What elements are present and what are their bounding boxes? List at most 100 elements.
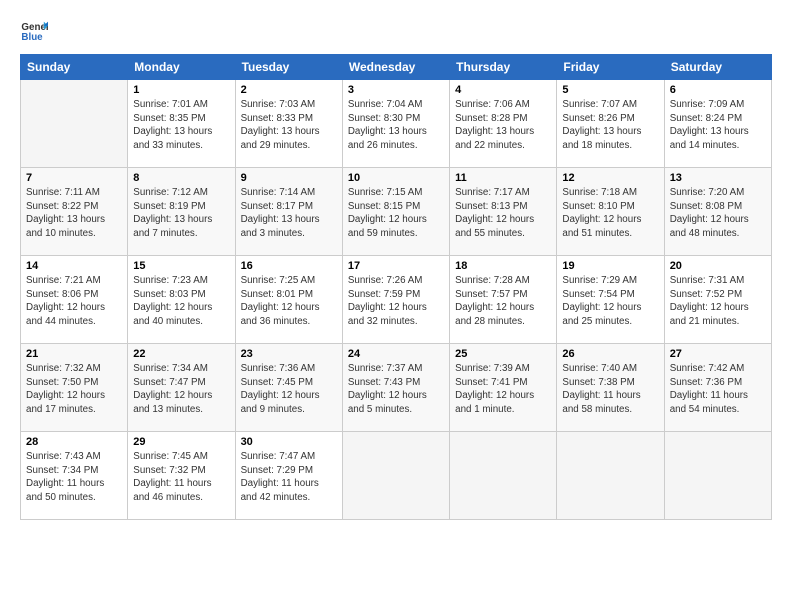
day-info: Sunrise: 7:31 AMSunset: 7:52 PMDaylight:… bbox=[670, 274, 766, 329]
week-row-3: 14 Sunrise: 7:21 AMSunset: 8:06 PMDayligh… bbox=[21, 256, 772, 344]
calendar-cell: 21Sunrise: 7:32 AMSunset: 7:50 PMDayligh… bbox=[21, 344, 128, 432]
day-info: Sunrise: 7:29 AMSunset: 7:54 PMDaylight:… bbox=[562, 274, 658, 329]
week-row-5: 28Sunrise: 7:43 AMSunset: 7:34 PMDayligh… bbox=[21, 432, 772, 520]
day-number: 21 bbox=[26, 348, 122, 360]
weekday-header-friday: Friday bbox=[557, 55, 664, 80]
day-number: 9 bbox=[241, 172, 337, 184]
calendar-cell: 12Sunrise: 7:18 AMSunset: 8:10 PMDayligh… bbox=[557, 168, 664, 256]
logo-icon: General Blue bbox=[20, 16, 48, 44]
day-info: Sunrise: 7:25 AMSunset: 8:01 PMDaylight:… bbox=[241, 274, 337, 329]
calendar-cell: 27 Sunrise: 7:42 AMSunset: 7:36 PMDayligh… bbox=[664, 344, 771, 432]
calendar-cell: 9 Sunrise: 7:14 AMSunset: 8:17 PMDaylight… bbox=[235, 168, 342, 256]
calendar-cell: 17 Sunrise: 7:26 AMSunset: 7:59 PMDayligh… bbox=[342, 256, 449, 344]
weekday-header-wednesday: Wednesday bbox=[342, 55, 449, 80]
calendar-cell: 25 Sunrise: 7:39 AMSunset: 7:41 PMDayligh… bbox=[450, 344, 557, 432]
day-number: 16 bbox=[241, 260, 337, 272]
calendar-cell: 28Sunrise: 7:43 AMSunset: 7:34 PMDayligh… bbox=[21, 432, 128, 520]
calendar-cell bbox=[342, 432, 449, 520]
day-info: Sunrise: 7:20 AMSunset: 8:08 PMDaylight:… bbox=[670, 186, 766, 241]
day-number: 12 bbox=[562, 172, 658, 184]
svg-text:Blue: Blue bbox=[21, 32, 43, 43]
day-number: 24 bbox=[348, 348, 444, 360]
calendar-cell: 10 Sunrise: 7:15 AMSunset: 8:15 PMDayligh… bbox=[342, 168, 449, 256]
day-number: 28 bbox=[26, 436, 122, 448]
calendar-cell: 16 Sunrise: 7:25 AMSunset: 8:01 PMDayligh… bbox=[235, 256, 342, 344]
calendar-cell: 18 Sunrise: 7:28 AMSunset: 7:57 PMDayligh… bbox=[450, 256, 557, 344]
day-number: 14 bbox=[26, 260, 122, 272]
weekday-header-monday: Monday bbox=[128, 55, 235, 80]
day-number: 29 bbox=[133, 436, 229, 448]
day-info: Sunrise: 7:36 AMSunset: 7:45 PMDaylight:… bbox=[241, 362, 337, 417]
calendar-cell bbox=[557, 432, 664, 520]
day-number: 3 bbox=[348, 84, 444, 96]
day-number: 8 bbox=[133, 172, 229, 184]
day-number: 17 bbox=[348, 260, 444, 272]
day-number: 25 bbox=[455, 348, 551, 360]
calendar-cell bbox=[21, 80, 128, 168]
day-info: Sunrise: 7:17 AMSunset: 8:13 PMDaylight:… bbox=[455, 186, 551, 241]
day-info: Sunrise: 7:21 AMSunset: 8:06 PMDaylight:… bbox=[26, 274, 122, 329]
day-info: Sunrise: 7:14 AMSunset: 8:17 PMDaylight:… bbox=[241, 186, 337, 241]
day-number: 6 bbox=[670, 84, 766, 96]
day-number: 23 bbox=[241, 348, 337, 360]
day-info: Sunrise: 7:04 AMSunset: 8:30 PMDaylight:… bbox=[348, 98, 444, 153]
calendar-cell: 11 Sunrise: 7:17 AMSunset: 8:13 PMDayligh… bbox=[450, 168, 557, 256]
logo: General Blue bbox=[20, 16, 52, 44]
day-number: 5 bbox=[562, 84, 658, 96]
calendar-cell: 4 Sunrise: 7:06 AMSunset: 8:28 PMDaylight… bbox=[450, 80, 557, 168]
day-info: Sunrise: 7:45 AMSunset: 7:32 PMDaylight:… bbox=[133, 450, 229, 505]
day-number: 20 bbox=[670, 260, 766, 272]
week-row-2: 7 Sunrise: 7:11 AMSunset: 8:22 PMDaylight… bbox=[21, 168, 772, 256]
day-info: Sunrise: 7:06 AMSunset: 8:28 PMDaylight:… bbox=[455, 98, 551, 153]
calendar-cell bbox=[450, 432, 557, 520]
day-number: 7 bbox=[26, 172, 122, 184]
calendar-cell: 30 Sunrise: 7:47 AMSunset: 7:29 PMDayligh… bbox=[235, 432, 342, 520]
day-info: Sunrise: 7:40 AMSunset: 7:38 PMDaylight:… bbox=[562, 362, 658, 417]
day-number: 19 bbox=[562, 260, 658, 272]
calendar-cell: 15 Sunrise: 7:23 AMSunset: 8:03 PMDayligh… bbox=[128, 256, 235, 344]
day-info: Sunrise: 7:03 AMSunset: 8:33 PMDaylight:… bbox=[241, 98, 337, 153]
day-number: 13 bbox=[670, 172, 766, 184]
calendar-cell: 5 Sunrise: 7:07 AMSunset: 8:26 PMDaylight… bbox=[557, 80, 664, 168]
day-info: Sunrise: 7:28 AMSunset: 7:57 PMDaylight:… bbox=[455, 274, 551, 329]
calendar-cell: 29 Sunrise: 7:45 AMSunset: 7:32 PMDayligh… bbox=[128, 432, 235, 520]
day-number: 30 bbox=[241, 436, 337, 448]
calendar-cell: 24Sunrise: 7:37 AMSunset: 7:43 PMDayligh… bbox=[342, 344, 449, 432]
weekday-header-tuesday: Tuesday bbox=[235, 55, 342, 80]
day-info: Sunrise: 7:07 AMSunset: 8:26 PMDaylight:… bbox=[562, 98, 658, 153]
day-info: Sunrise: 7:34 AMSunset: 7:47 PMDaylight:… bbox=[133, 362, 229, 417]
calendar-cell: 22 Sunrise: 7:34 AMSunset: 7:47 PMDayligh… bbox=[128, 344, 235, 432]
day-number: 26 bbox=[562, 348, 658, 360]
day-info: Sunrise: 7:23 AMSunset: 8:03 PMDaylight:… bbox=[133, 274, 229, 329]
weekday-header-thursday: Thursday bbox=[450, 55, 557, 80]
calendar-cell: 23 Sunrise: 7:36 AMSunset: 7:45 PMDayligh… bbox=[235, 344, 342, 432]
day-info: Sunrise: 7:26 AMSunset: 7:59 PMDaylight:… bbox=[348, 274, 444, 329]
day-info: Sunrise: 7:15 AMSunset: 8:15 PMDaylight:… bbox=[348, 186, 444, 241]
day-number: 22 bbox=[133, 348, 229, 360]
day-number: 15 bbox=[133, 260, 229, 272]
day-number: 4 bbox=[455, 84, 551, 96]
calendar-cell: 8Sunrise: 7:12 AMSunset: 8:19 PMDaylight… bbox=[128, 168, 235, 256]
day-info: Sunrise: 7:42 AMSunset: 7:36 PMDaylight:… bbox=[670, 362, 766, 417]
calendar-header-row: SundayMondayTuesdayWednesdayThursdayFrid… bbox=[21, 55, 772, 80]
calendar-cell: 2Sunrise: 7:03 AMSunset: 8:33 PMDaylight… bbox=[235, 80, 342, 168]
calendar-cell: 13 Sunrise: 7:20 AMSunset: 8:08 PMDayligh… bbox=[664, 168, 771, 256]
calendar-cell: 14 Sunrise: 7:21 AMSunset: 8:06 PMDayligh… bbox=[21, 256, 128, 344]
weekday-header-saturday: Saturday bbox=[664, 55, 771, 80]
week-row-1: 1Sunrise: 7:01 AMSunset: 8:35 PMDaylight… bbox=[21, 80, 772, 168]
calendar-cell: 3 Sunrise: 7:04 AMSunset: 8:30 PMDaylight… bbox=[342, 80, 449, 168]
calendar-cell: 20 Sunrise: 7:31 AMSunset: 7:52 PMDayligh… bbox=[664, 256, 771, 344]
week-row-4: 21Sunrise: 7:32 AMSunset: 7:50 PMDayligh… bbox=[21, 344, 772, 432]
day-number: 18 bbox=[455, 260, 551, 272]
day-number: 11 bbox=[455, 172, 551, 184]
calendar-cell: 6Sunrise: 7:09 AMSunset: 8:24 PMDaylight… bbox=[664, 80, 771, 168]
calendar-body: 1Sunrise: 7:01 AMSunset: 8:35 PMDaylight… bbox=[21, 80, 772, 520]
day-number: 27 bbox=[670, 348, 766, 360]
calendar-cell bbox=[664, 432, 771, 520]
day-info: Sunrise: 7:01 AMSunset: 8:35 PMDaylight:… bbox=[133, 98, 229, 153]
calendar-cell: 26 Sunrise: 7:40 AMSunset: 7:38 PMDayligh… bbox=[557, 344, 664, 432]
day-info: Sunrise: 7:39 AMSunset: 7:41 PMDaylight:… bbox=[455, 362, 551, 417]
day-info: Sunrise: 7:47 AMSunset: 7:29 PMDaylight:… bbox=[241, 450, 337, 505]
day-info: Sunrise: 7:11 AMSunset: 8:22 PMDaylight:… bbox=[26, 186, 122, 241]
day-number: 10 bbox=[348, 172, 444, 184]
